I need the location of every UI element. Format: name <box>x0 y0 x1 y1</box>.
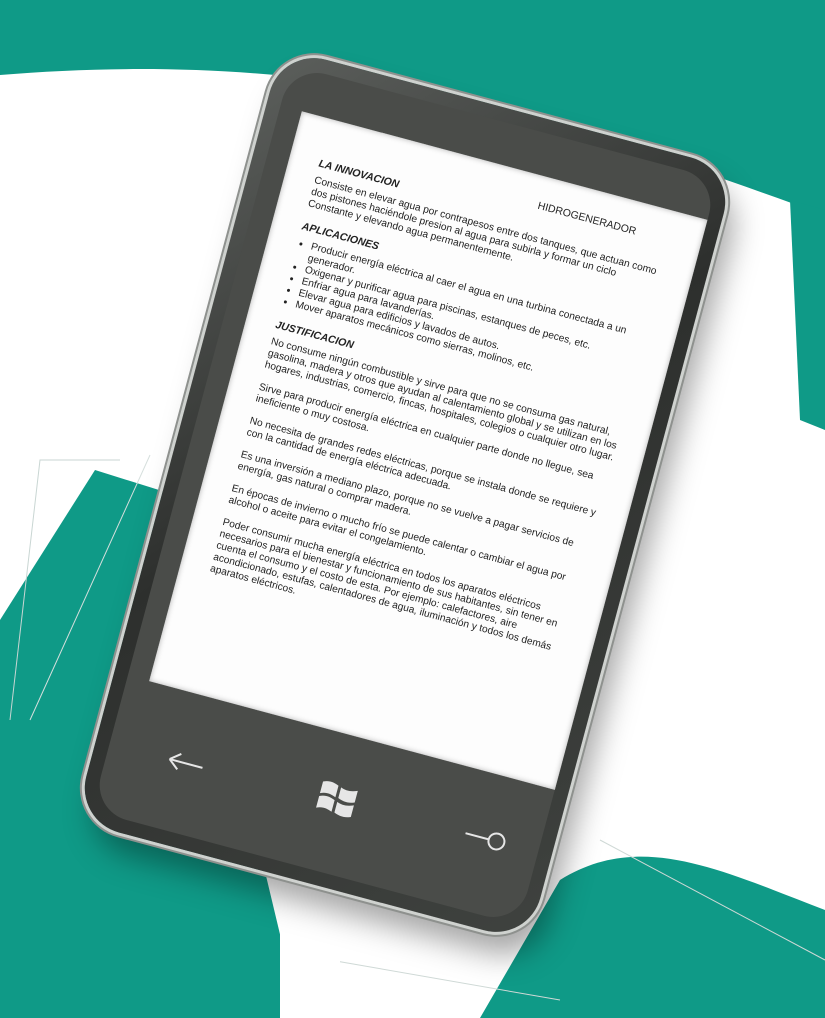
paper-corner <box>280 930 340 1018</box>
windows-logo-icon[interactable] <box>310 773 364 827</box>
back-arrow-icon[interactable] <box>165 747 210 781</box>
search-icon[interactable] <box>460 818 512 859</box>
photo-scene: HIDROGENERADOR LA INNOVACION Consiste en… <box>0 0 825 1018</box>
